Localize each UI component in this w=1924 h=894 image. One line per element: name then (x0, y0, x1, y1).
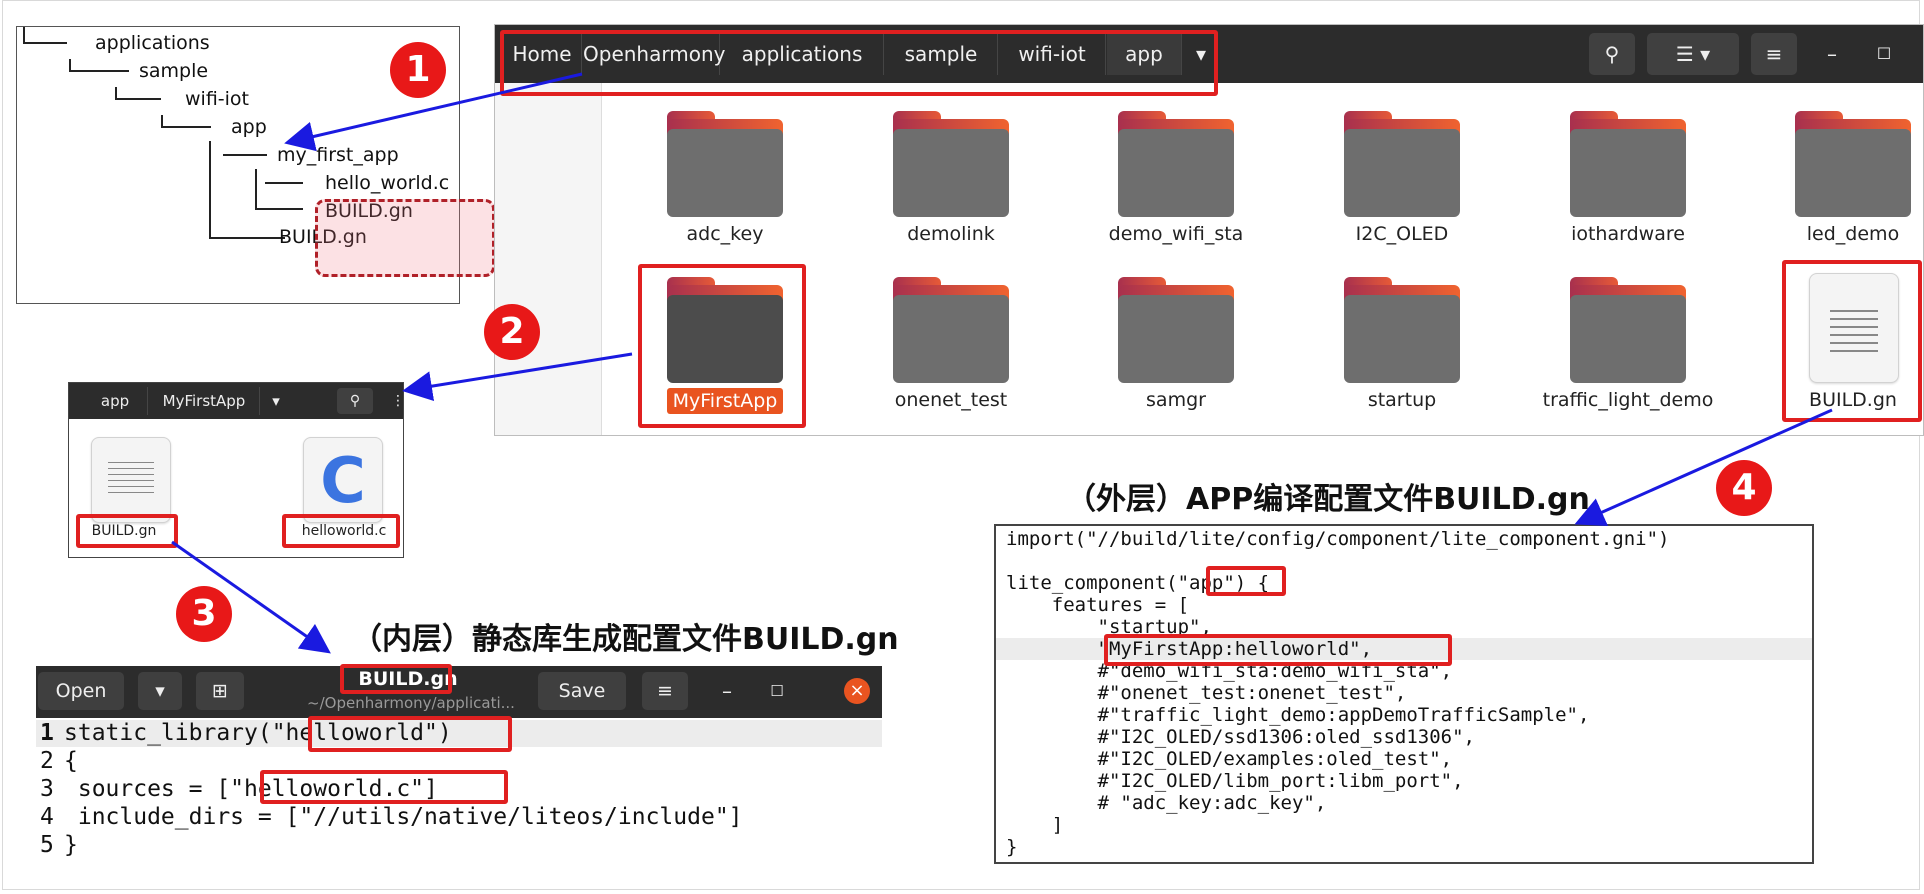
arrow-1 (284, 72, 583, 152)
arrow-2 (402, 352, 633, 402)
arrow-3 (171, 540, 331, 654)
arrow-4 (1574, 408, 1833, 526)
annotation-arrows (171, 72, 1833, 654)
